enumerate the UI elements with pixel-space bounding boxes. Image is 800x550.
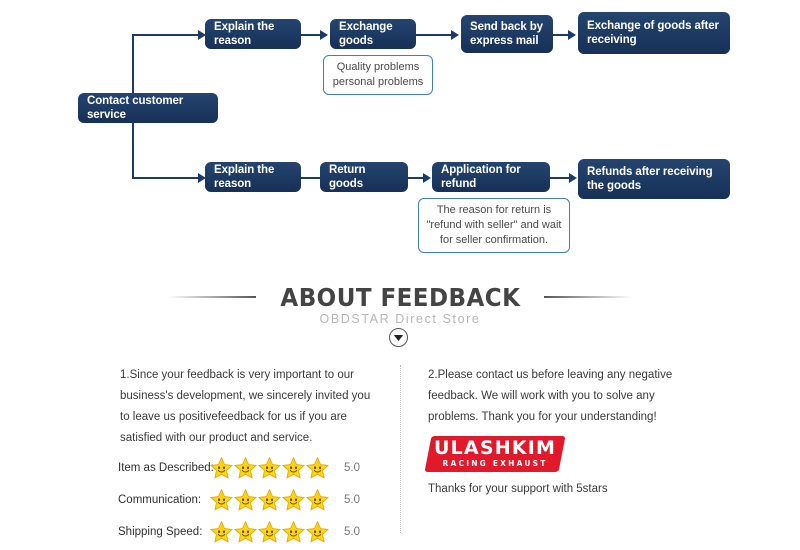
star-icon (258, 457, 281, 479)
feedback-section: 1.Since your feedback is very important … (0, 360, 800, 550)
flow-node-explain-reason-exchange[interactable]: Explain the reason (205, 19, 301, 49)
chevron-down-circle-icon[interactable] (389, 328, 408, 347)
rating-label: Item as Described: (118, 462, 214, 474)
star-icon (234, 521, 257, 543)
flow-node-label: Exchange goods (339, 21, 393, 47)
return-exchange-flowchart: Contact customer service Explain the rea… (0, 0, 800, 275)
page-title: ABOUT FEEDBACK (280, 282, 520, 312)
rating-score: 5.0 (344, 462, 360, 474)
flow-node-send-back-express[interactable]: Send back by express mail (461, 15, 553, 53)
star-icon (306, 489, 329, 511)
flow-arrow-bottom-2 (423, 173, 431, 183)
flow-node-label: Explain the reason (214, 164, 275, 190)
star-icon (282, 457, 305, 479)
flow-node-explain-reason-refund[interactable]: Explain the reason (205, 162, 301, 192)
ulashkim-logo: ULASHKIM RACING EXHAUST (424, 436, 566, 472)
flow-callout-text: Quality problems personal problems (332, 61, 424, 88)
star-icon (282, 489, 305, 511)
flow-arrow-bottom-3 (569, 173, 577, 183)
feedback-paragraph-left: 1.Since your feedback is very important … (120, 369, 371, 444)
flow-callout-exchange-reasons: Quality problems personal problems (323, 55, 433, 95)
flow-node-contact-customer-service[interactable]: Contact customer service (78, 93, 218, 123)
flow-node-label: Exchange of goods after receiving (587, 20, 719, 46)
flow-arrow-top-1 (320, 30, 328, 40)
flow-node-label: Contact customer service (87, 95, 184, 121)
vertical-divider (400, 365, 401, 533)
star-icon (258, 521, 281, 543)
star-icon (210, 457, 233, 479)
flow-arrow-top-2 (451, 30, 459, 40)
flow-connector-bottom (132, 177, 200, 179)
star-rating (210, 521, 334, 543)
rating-row: Communication: 5.0 (118, 484, 388, 516)
flow-connector-top-2 (416, 34, 454, 36)
rating-row: Item as Described: 5.0 (118, 452, 388, 484)
star-icon (282, 521, 305, 543)
flow-callout-text: The reason for return is "refund with se… (426, 204, 562, 246)
flow-node-application-for-refund[interactable]: Application for refund (432, 162, 550, 192)
rating-score: 5.0 (344, 526, 360, 538)
flow-node-label: Explain the reason (214, 21, 275, 47)
rating-score: 5.0 (344, 494, 360, 506)
flow-node-return-goods[interactable]: Return goods (320, 162, 408, 192)
flow-callout-refund-reason: The reason for return is "refund with se… (418, 198, 570, 253)
rating-row: Shipping Speed: 5.0 (118, 516, 388, 548)
rating-label: Communication: (118, 494, 202, 506)
flow-node-label: Application for refund (441, 164, 521, 190)
store-subtitle: OBDSTAR Direct Store (319, 312, 481, 326)
about-title-row: ABOUT FEEDBACK (0, 282, 800, 312)
logo-tagline: RACING EXHAUST (442, 459, 548, 468)
flow-node-exchange-goods[interactable]: Exchange goods (330, 19, 416, 49)
rating-list: Item as Described: 5.0 Communication: 5.0 Sh… (118, 452, 388, 548)
star-rating (210, 457, 334, 479)
rating-label: Shipping Speed: (118, 526, 203, 538)
star-icon (258, 489, 281, 511)
flow-arrow-top-3 (568, 30, 576, 40)
page-root: Contact customer service Explain the rea… (0, 0, 800, 550)
flow-connector-top (132, 34, 200, 36)
star-rating (210, 489, 334, 511)
flow-node-label: Return goods (329, 164, 366, 190)
flow-node-refunds-after-receiving[interactable]: Refunds after receiving the goods (578, 159, 730, 199)
feedback-paragraph-right: 2.Please contact us before leaving any n… (428, 369, 673, 423)
star-icon (210, 489, 233, 511)
flow-node-label: Send back by express mail (470, 21, 543, 47)
brand-logo-block: ULASHKIM RACING EXHAUST Thanks for your … (424, 436, 608, 495)
star-icon (306, 521, 329, 543)
header-rule-right (544, 296, 633, 298)
flow-node-exchange-after-receiving[interactable]: Exchange of goods after receiving (578, 12, 730, 54)
star-icon (210, 521, 233, 543)
flow-node-label: Refunds after receiving the goods (587, 166, 713, 192)
header-rule-left (167, 296, 256, 298)
star-icon (234, 489, 257, 511)
star-icon (306, 457, 329, 479)
logo-brand-name: ULASHKIM (433, 437, 557, 459)
thanks-text: Thanks for your support with 5stars (428, 483, 608, 495)
star-icon (234, 457, 257, 479)
